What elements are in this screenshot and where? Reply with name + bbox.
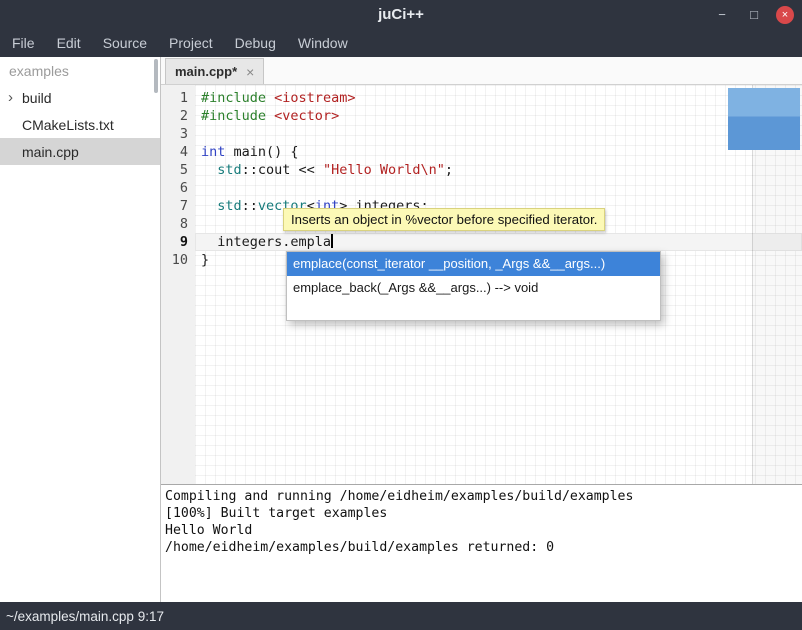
- menu-debug[interactable]: Debug: [224, 30, 287, 57]
- line-number-gutter: 12345678910: [161, 85, 195, 484]
- menu-bar: FileEditSourceProjectDebugWindow: [0, 30, 802, 57]
- code-segment: #include: [201, 108, 266, 124]
- code-line-3[interactable]: [195, 125, 802, 143]
- line-number: 4: [161, 143, 195, 161]
- file-tree-panel: examples ›build CMakeLists.txt main.cpp: [0, 57, 161, 602]
- code-segment: [266, 90, 274, 106]
- code-segment: std: [217, 162, 241, 178]
- status-file-position: ~/examples/main.cpp 9:17: [6, 609, 164, 624]
- output-console[interactable]: Compiling and running /home/eidheim/exam…: [161, 484, 802, 602]
- code-segment: <vector>: [274, 108, 339, 124]
- window-title: juCi++: [0, 0, 802, 30]
- code-segment: "Hello World\n": [323, 162, 445, 178]
- window-controls: − □ ×: [712, 0, 794, 30]
- menu-project[interactable]: Project: [158, 30, 224, 57]
- code-line-9[interactable]: integers.empla: [195, 233, 802, 251]
- line-number: 2: [161, 107, 195, 125]
- tree-item-build[interactable]: ›build: [0, 84, 160, 111]
- code-line-5[interactable]: std::cout << "Hello World\n";: [195, 161, 802, 179]
- tab-main-cpp[interactable]: main.cpp* ×: [165, 58, 264, 84]
- code-segment: ::: [242, 198, 258, 214]
- menu-file[interactable]: File: [1, 30, 46, 57]
- editor-scrollbar-thumb[interactable]: [728, 88, 800, 150]
- doc-tooltip: Inserts an object in %vector before spec…: [283, 208, 605, 231]
- code-segment: main() {: [225, 144, 298, 160]
- code-segment: std: [217, 198, 241, 214]
- line-number: 1: [161, 89, 195, 107]
- code-line-2[interactable]: #include <vector>: [195, 107, 802, 125]
- app-window: juCi++ − □ × FileEditSourceProjectDebugW…: [0, 0, 802, 630]
- code-segment: integers.empla: [201, 234, 331, 250]
- code-segment: #include: [201, 90, 266, 106]
- text-caret: [331, 234, 333, 248]
- minimize-icon[interactable]: −: [712, 5, 732, 25]
- code-line-6[interactable]: [195, 179, 802, 197]
- line-number: 3: [161, 125, 195, 143]
- code-segment: [266, 108, 274, 124]
- file-label: build: [22, 90, 52, 106]
- status-bar: ~/examples/main.cpp 9:17: [0, 602, 802, 630]
- code-segment: ;: [445, 162, 453, 178]
- menu-source[interactable]: Source: [92, 30, 158, 57]
- console-line-0: Compiling and running /home/eidheim/exam…: [165, 488, 798, 505]
- close-icon[interactable]: ×: [776, 6, 794, 24]
- menu-edit[interactable]: Edit: [46, 30, 92, 57]
- tree-item-main-cpp[interactable]: main.cpp: [0, 138, 160, 165]
- code-editor[interactable]: 12345678910 #include <iostream>#include …: [161, 85, 802, 484]
- chevron-right-icon: ›: [8, 91, 22, 105]
- file-label: main.cpp: [22, 144, 79, 160]
- code-line-4[interactable]: int main() {: [195, 143, 802, 161]
- title-bar: juCi++ − □ ×: [0, 0, 802, 30]
- line-number: 7: [161, 197, 195, 215]
- sidebar-scrollbar[interactable]: [154, 59, 158, 93]
- line-number: 5: [161, 161, 195, 179]
- menu-window[interactable]: Window: [287, 30, 359, 57]
- code-segment: [201, 162, 217, 178]
- file-label: CMakeLists.txt: [22, 117, 114, 133]
- code-line-1[interactable]: #include <iostream>: [195, 89, 802, 107]
- line-number: 6: [161, 179, 195, 197]
- tree-item-cmakelists-txt[interactable]: CMakeLists.txt: [0, 111, 160, 138]
- tab-close-icon[interactable]: ×: [246, 64, 254, 80]
- file-tree: ›build CMakeLists.txt main.cpp: [0, 84, 160, 165]
- code-segment: ::cout <<: [242, 162, 323, 178]
- console-line-1: [100%] Built target examples: [165, 505, 798, 522]
- console-line-2: Hello World: [165, 522, 798, 539]
- tab-bar: main.cpp* ×: [161, 57, 802, 85]
- code-segment: }: [201, 252, 209, 268]
- code-segment: [201, 198, 217, 214]
- autocomplete-popup: emplace(const_iterator __position, _Args…: [286, 251, 661, 321]
- code-segment: int: [201, 144, 225, 160]
- line-number: 9: [161, 233, 195, 251]
- restore-icon[interactable]: □: [744, 5, 764, 25]
- project-name: examples: [0, 57, 160, 84]
- completion-item-1[interactable]: emplace_back(_Args &&__args...) --> void: [287, 276, 660, 300]
- line-number: 8: [161, 215, 195, 233]
- console-line-3: /home/eidheim/examples/build/examples re…: [165, 539, 798, 556]
- line-number: 10: [161, 251, 195, 269]
- completion-item-0[interactable]: emplace(const_iterator __position, _Args…: [287, 252, 660, 276]
- code-segment: <iostream>: [274, 90, 355, 106]
- tab-label: main.cpp*: [175, 64, 237, 79]
